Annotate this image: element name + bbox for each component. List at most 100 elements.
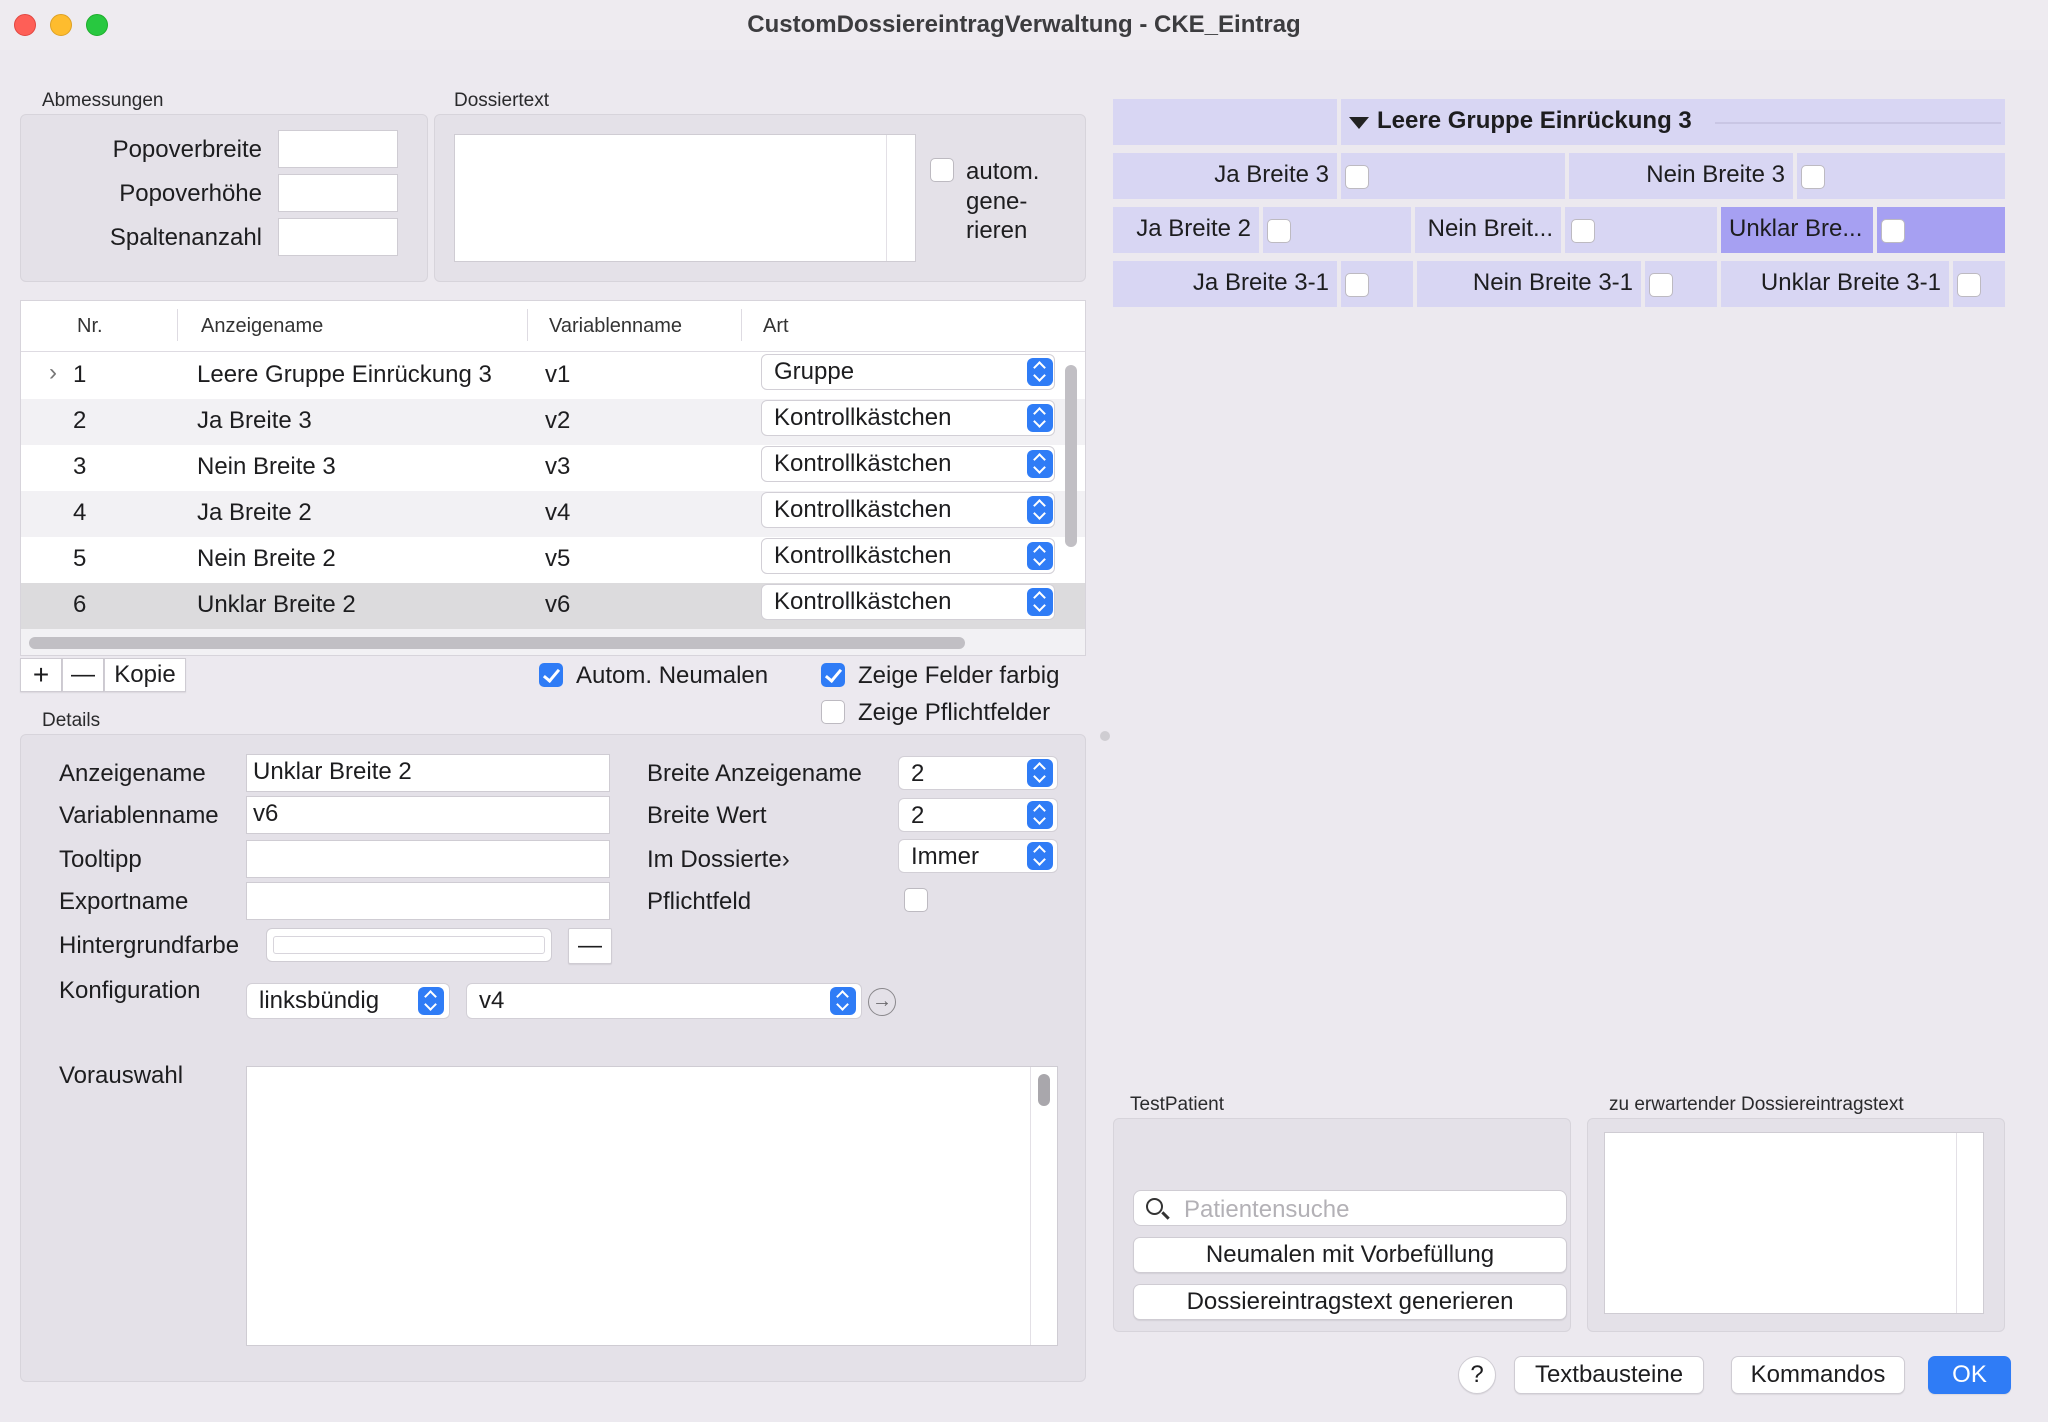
patient-search-field[interactable]: Patientensuche <box>1133 1190 1567 1226</box>
breite-anzeigename-label: Breite Anzeigename <box>647 760 862 787</box>
preview-label: Nein Breite 3-1 <box>1472 269 1633 296</box>
auto-generieren-checkbox[interactable] <box>930 158 954 182</box>
spaltenanzahl-field[interactable] <box>278 218 398 256</box>
popoverbreite-field[interactable] <box>278 130 398 168</box>
art-select[interactable]: Kontrollkästchen <box>761 584 1055 620</box>
preview-checkbox[interactable] <box>1649 273 1673 297</box>
art-select-arrows-icon[interactable] <box>1027 496 1053 524</box>
preview-label-cell-selected: Unklar Bre... <box>1721 207 1873 253</box>
row-var: v4 <box>545 499 571 526</box>
preview-label: Ja Breite 2 <box>1136 215 1251 242</box>
remove-row-button[interactable]: — <box>62 658 104 692</box>
vorauswahl-scrollbar[interactable] <box>1038 1074 1050 1106</box>
abmessungen-label: Abmessungen <box>42 90 164 111</box>
exportname-field[interactable] <box>246 882 610 920</box>
pflichtfeld-checkbox[interactable] <box>904 888 928 912</box>
art-select[interactable]: Kontrollkästchen <box>761 446 1055 482</box>
im-dossiertext-arrows-icon[interactable] <box>1027 842 1053 870</box>
clear-color-button[interactable]: — <box>568 928 612 964</box>
erwartet-textarea[interactable] <box>1604 1132 1984 1314</box>
column-header-variablenname[interactable]: Variablenname <box>549 315 682 338</box>
disclosure-chevron-icon[interactable]: › <box>49 359 57 387</box>
zeige-farbig-checkbox[interactable] <box>821 663 845 687</box>
help-button[interactable]: ? <box>1458 1356 1496 1394</box>
preview-group-header[interactable]: Leere Gruppe Einrückung 3 <box>1341 99 2005 145</box>
ok-button[interactable]: OK <box>1928 1356 2011 1394</box>
breite-anzeigename-arrows-icon[interactable] <box>1027 759 1053 787</box>
table-header-divider <box>21 351 1085 352</box>
art-select[interactable]: Kontrollkästchen <box>761 492 1055 528</box>
preview-value-cell-selected <box>1877 207 2005 253</box>
alignment-select-arrows-icon[interactable] <box>418 987 444 1015</box>
copy-row-button[interactable]: Kopie <box>104 658 186 692</box>
column-separator <box>741 309 742 341</box>
preview-checkbox[interactable] <box>1345 273 1369 297</box>
preview-checkbox[interactable] <box>1957 273 1981 297</box>
anzeigename-field[interactable]: Unklar Breite 2 <box>246 754 610 792</box>
art-select[interactable]: Kontrollkästchen <box>761 400 1055 436</box>
window: CustomDossiereintragVerwaltung - CKE_Ein… <box>0 0 2048 1422</box>
hintergrundfarbe-label: Hintergrundfarbe <box>59 932 240 959</box>
popoverhoehe-label: Popoverhöhe <box>119 180 262 207</box>
row-name: Nein Breite 2 <box>197 545 336 572</box>
row-var: v5 <box>545 545 571 572</box>
auto-neumalen-checkbox[interactable] <box>539 663 563 687</box>
exportname-label: Exportname <box>59 888 189 915</box>
preview-label: Unklar Breite 3-1 <box>1760 269 1941 296</box>
testpatient-label: TestPatient <box>1130 1094 1224 1115</box>
variablenname-field[interactable]: v6 <box>246 796 610 834</box>
textbausteine-button[interactable]: Textbausteine <box>1514 1356 1704 1394</box>
preview-checkbox[interactable] <box>1881 219 1905 243</box>
zeige-farbig-label: Zeige Felder farbig <box>858 662 1060 689</box>
add-row-button[interactable]: + <box>20 658 62 692</box>
row-name: Ja Breite 2 <box>197 499 312 526</box>
row-nr: 3 <box>73 453 87 480</box>
generieren-button[interactable]: Dossiereintragstext generieren <box>1133 1284 1567 1320</box>
split-view-handle[interactable] <box>1100 731 1110 741</box>
art-select-arrows-icon[interactable] <box>1027 358 1053 386</box>
preview-checkbox[interactable] <box>1801 165 1825 189</box>
row-name: Nein Breite 3 <box>197 453 336 480</box>
go-to-variable-arrow-icon[interactable]: → <box>868 988 896 1016</box>
vorauswahl-textarea[interactable] <box>246 1066 1058 1346</box>
art-select[interactable]: Kontrollkästchen <box>761 538 1055 574</box>
art-select-arrows-icon[interactable] <box>1027 404 1053 432</box>
column-header-nr[interactable]: Nr. <box>77 315 103 338</box>
art-select-arrows-icon[interactable] <box>1027 588 1053 616</box>
erwartet-scrollbar-divider <box>1956 1133 1957 1313</box>
preview-value-cell <box>1341 153 1565 199</box>
config-variable-select-arrows-icon[interactable] <box>830 987 856 1015</box>
window-title: CustomDossiereintragVerwaltung - CKE_Ein… <box>747 11 1301 38</box>
preview-checkbox[interactable] <box>1571 219 1595 243</box>
row-var: v3 <box>545 453 571 480</box>
vorauswahl-label: Vorauswahl <box>59 1062 184 1089</box>
tooltipp-field[interactable] <box>246 840 610 878</box>
preview-checkbox[interactable] <box>1267 219 1291 243</box>
details-label: Details <box>42 710 101 731</box>
breite-wert-arrows-icon[interactable] <box>1027 801 1053 829</box>
column-separator <box>527 309 528 341</box>
color-well-swatch <box>273 936 545 954</box>
art-select-arrows-icon[interactable] <box>1027 542 1053 570</box>
column-header-art[interactable]: Art <box>763 315 789 338</box>
kommandos-button[interactable]: Kommandos <box>1731 1356 1905 1394</box>
disclosure-triangle-down-icon[interactable] <box>1349 117 1369 129</box>
dossiertext-textarea[interactable] <box>454 134 916 262</box>
preview-value-cell <box>1645 261 1717 307</box>
neumalen-button[interactable]: Neumalen mit Vorbefüllung <box>1133 1237 1567 1273</box>
table-horizontal-scrollbar[interactable] <box>29 637 965 649</box>
config-variable-select[interactable]: v4 <box>466 983 862 1019</box>
auto-generieren-label-2: gene- <box>966 188 1028 215</box>
table-vertical-scrollbar[interactable] <box>1065 365 1077 547</box>
dossiertext-scrollbar-track[interactable] <box>886 135 887 261</box>
art-select[interactable]: Gruppe <box>761 354 1055 390</box>
row-nr: 2 <box>73 407 87 434</box>
color-well[interactable] <box>266 928 552 962</box>
breite-wert-label: Breite Wert <box>647 802 767 829</box>
art-select-arrows-icon[interactable] <box>1027 450 1053 478</box>
zeige-pflicht-checkbox[interactable] <box>821 700 845 724</box>
popoverhoehe-field[interactable] <box>278 174 398 212</box>
column-header-anzeigename[interactable]: Anzeigename <box>201 315 323 338</box>
preview-checkbox[interactable] <box>1345 165 1369 189</box>
preview-label: Nein Breit... <box>1427 215 1553 242</box>
